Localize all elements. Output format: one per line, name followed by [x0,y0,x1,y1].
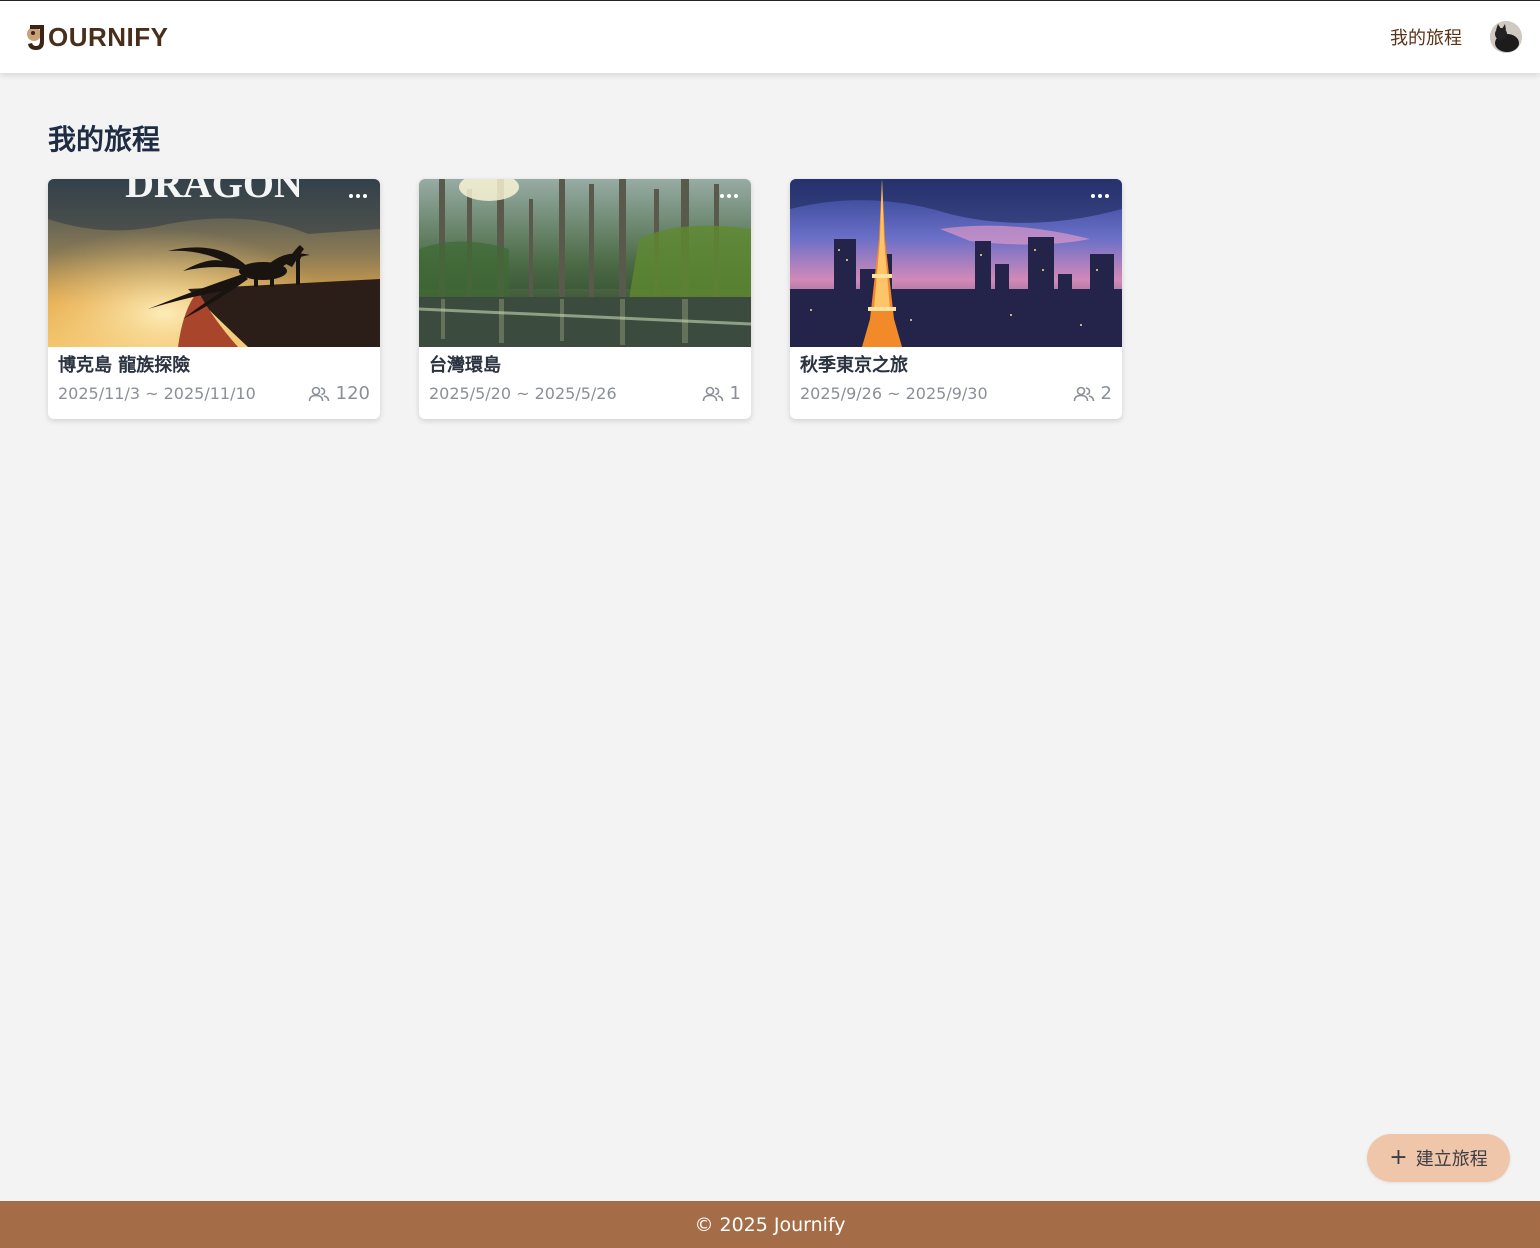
footer: © 2025 Journify [0,1201,1540,1248]
member-count: 2 [1100,383,1112,404]
nav-right: 我的旅程 [1390,21,1522,53]
page: OURNIFY 我的旅程 我的旅程 DRAGON 博克島 龍族探險 2025/1… [0,0,1540,1248]
trip-meta: 2025/9/26 ~ 2025/9/30 2 [800,383,1112,404]
top-navbar: OURNIFY 我的旅程 [0,0,1540,73]
trip-meta: 2025/5/20 ~ 2025/5/26 1 [429,383,741,404]
create-trip-label: 建立旅程 [1415,1149,1488,1170]
people-icon [1073,386,1094,401]
trip-card[interactable]: 台灣環島 2025/5/20 ~ 2025/5/26 1 [419,179,751,419]
trip-members: 2 [1073,383,1112,404]
trip-title: 秋季東京之旅 [800,355,908,376]
trip-title: 台灣環島 [429,355,501,376]
trip-card[interactable]: 秋季東京之旅 2025/9/26 ~ 2025/9/30 2 [790,179,1122,419]
trip-cover-image [790,179,1122,347]
trip-members: 120 [308,383,370,404]
trip-title: 博克島 龍族探險 [58,355,191,376]
trip-cover-image [419,179,751,347]
nav-link-my-trips[interactable]: 我的旅程 [1390,24,1462,50]
trip-dates: 2025/5/20 ~ 2025/5/26 [429,384,617,403]
trip-cover-image: DRAGON [48,179,380,347]
more-options-button[interactable] [715,187,743,205]
trip-dates: 2025/9/26 ~ 2025/9/30 [800,384,988,403]
footer-copyright: © 2025 Journify [694,1213,846,1236]
trip-card-list: DRAGON 博克島 龍族探險 2025/11/3 ~ 2025/11/10 1… [48,179,1122,419]
user-avatar[interactable] [1490,21,1522,53]
page-title: 我的旅程 [48,123,161,156]
people-icon [308,386,329,401]
trip-meta: 2025/11/3 ~ 2025/11/10 120 [58,383,370,404]
more-options-button[interactable] [344,187,372,205]
trip-card[interactable]: DRAGON 博克島 龍族探險 2025/11/3 ~ 2025/11/10 1… [48,179,380,419]
journify-logo[interactable]: OURNIFY [24,22,169,53]
trip-members: 1 [702,383,741,404]
trip-dates: 2025/11/3 ~ 2025/11/10 [58,384,256,403]
plus-icon: + [1389,1145,1408,1170]
avatar-cat-image [1490,21,1522,53]
create-trip-button[interactable]: + 建立旅程 [1367,1134,1510,1182]
logo-j-icon [27,25,44,50]
trip-card-body: 博克島 龍族探險 2025/11/3 ~ 2025/11/10 120 [48,347,380,404]
cover-image-title: DRAGON [125,179,303,206]
logo-text: OURNIFY [48,21,169,52]
member-count: 120 [335,383,370,404]
trip-card-body: 台灣環島 2025/5/20 ~ 2025/5/26 1 [419,347,751,404]
more-options-button[interactable] [1086,187,1114,205]
member-count: 1 [729,383,741,404]
people-icon [702,386,723,401]
trip-card-body: 秋季東京之旅 2025/9/26 ~ 2025/9/30 2 [790,347,1122,404]
